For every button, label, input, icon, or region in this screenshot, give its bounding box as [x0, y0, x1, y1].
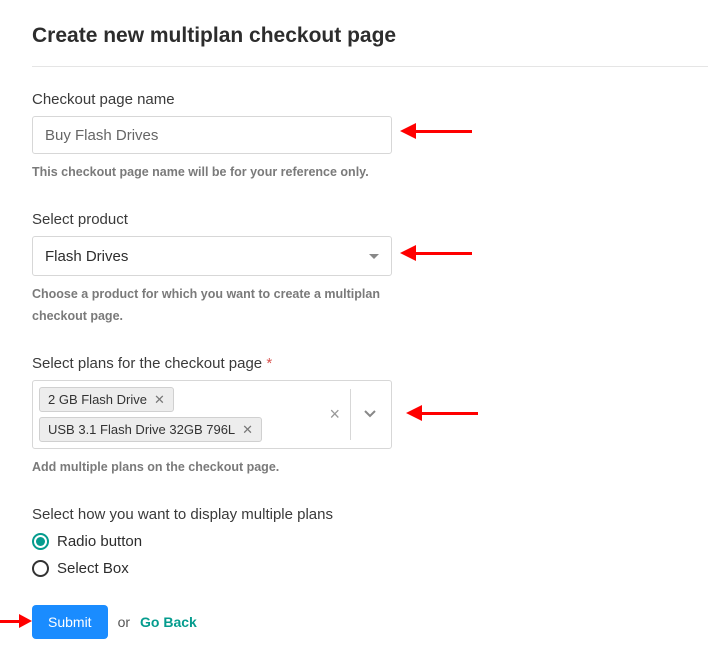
product-select[interactable]: Flash Drives [32, 236, 392, 276]
field-select-product: Select product Flash Drives Choose a pro… [32, 211, 708, 327]
arrow-annotation-icon [400, 123, 472, 139]
plan-tag-label: 2 GB Flash Drive [48, 392, 147, 407]
label-display: Select how you want to display multiple … [32, 506, 708, 523]
radio-icon [32, 560, 49, 577]
required-asterisk: * [266, 355, 272, 372]
label-plans-text: Select plans for the checkout page [32, 355, 262, 372]
clear-all-icon[interactable]: × [319, 405, 350, 423]
help-checkout-name: This checkout page name will be for your… [32, 162, 412, 183]
or-text: or [118, 614, 130, 630]
radio-option-select-box[interactable]: Select Box [32, 560, 708, 577]
product-select-value: Flash Drives [45, 248, 128, 265]
help-plans: Add multiple plans on the checkout page. [32, 457, 412, 478]
plans-tags: 2 GB Flash Drive ✕ USB 3.1 Flash Drive 3… [33, 381, 319, 448]
divider [32, 66, 708, 67]
remove-tag-icon[interactable]: ✕ [154, 393, 165, 406]
arrow-annotation-icon [400, 245, 472, 261]
plan-tag: USB 3.1 Flash Drive 32GB 796L ✕ [39, 417, 262, 442]
plan-tag-label: USB 3.1 Flash Drive 32GB 796L [48, 422, 235, 437]
remove-tag-icon[interactable]: ✕ [242, 423, 253, 436]
help-product: Choose a product for which you want to c… [32, 284, 412, 327]
radio-icon [32, 533, 49, 550]
label-plans: Select plans for the checkout page * [32, 355, 708, 372]
chevron-down-icon [363, 407, 377, 421]
label-checkout-name: Checkout page name [32, 91, 708, 108]
arrow-annotation-icon [0, 614, 32, 628]
checkout-name-input[interactable] [32, 116, 392, 154]
plans-multiselect[interactable]: 2 GB Flash Drive ✕ USB 3.1 Flash Drive 3… [32, 380, 392, 449]
multiselect-controls: × [319, 381, 391, 448]
radio-option-radio-button[interactable]: Radio button [32, 533, 708, 550]
field-select-plans: Select plans for the checkout page * 2 G… [32, 355, 708, 478]
go-back-link[interactable]: Go Back [140, 614, 197, 630]
page-title: Create new multiplan checkout page [32, 24, 708, 48]
radio-label: Select Box [57, 560, 129, 577]
radio-label: Radio button [57, 533, 142, 550]
display-radio-group: Radio button Select Box [32, 533, 708, 577]
field-checkout-name: Checkout page name This checkout page na… [32, 91, 708, 183]
expand-dropdown[interactable] [351, 407, 383, 421]
label-product: Select product [32, 211, 708, 228]
arrow-annotation-icon [406, 405, 478, 421]
chevron-down-icon [369, 254, 379, 259]
plan-tag: 2 GB Flash Drive ✕ [39, 387, 174, 412]
field-display-mode: Select how you want to display multiple … [32, 506, 708, 577]
